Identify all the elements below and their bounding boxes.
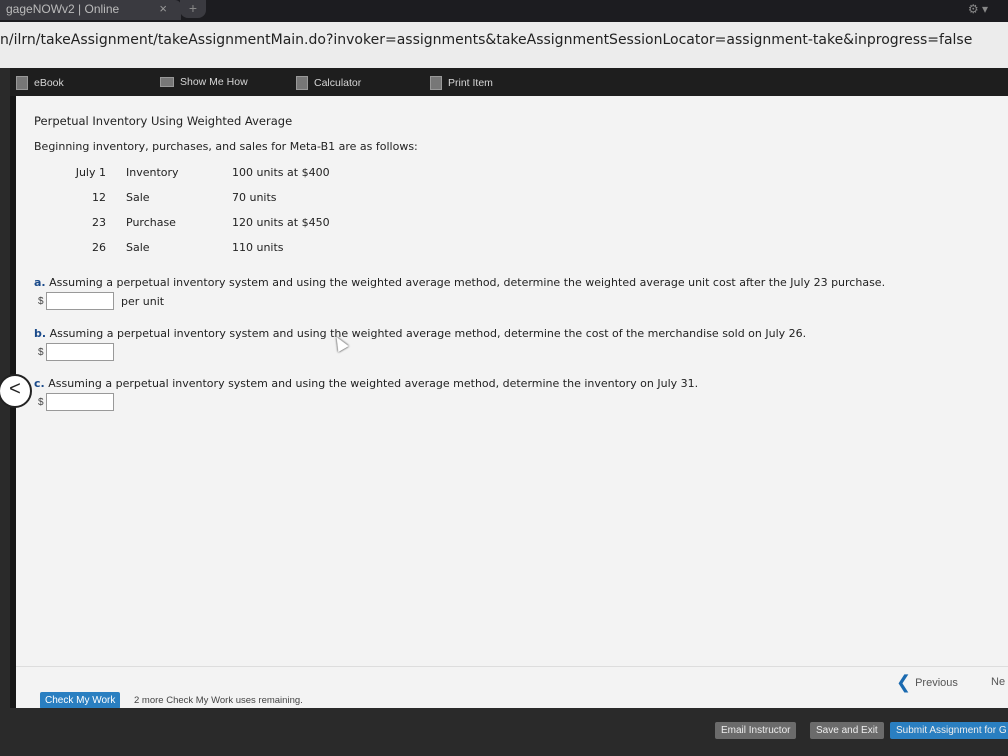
calculator-button[interactable]: Calculator bbox=[296, 76, 361, 90]
question-b: b. Assuming a perpetual inventory system… bbox=[34, 327, 806, 340]
action-bar: Email Instructor Save and Exit Submit As… bbox=[10, 708, 1008, 756]
question-text: Assuming a perpetual inventory system an… bbox=[49, 276, 886, 289]
answer-c-input[interactable] bbox=[46, 393, 114, 411]
answer-b-input[interactable] bbox=[46, 343, 114, 361]
answer-a-input[interactable] bbox=[46, 292, 114, 310]
previous-label: Previous bbox=[915, 676, 958, 689]
question-text: Assuming a perpetual inventory system an… bbox=[49, 327, 807, 340]
tab-close-icon[interactable]: × bbox=[159, 0, 167, 18]
submit-assignment-button[interactable]: Submit Assignment for G bbox=[890, 722, 1008, 739]
question-a: a. Assuming a perpetual inventory system… bbox=[34, 276, 885, 289]
problem-intro: Beginning inventory, purchases, and sale… bbox=[34, 140, 418, 153]
question-c: c. Assuming a perpetual inventory system… bbox=[34, 377, 698, 390]
tab-title: gageNOWv2 | Online bbox=[6, 2, 120, 16]
print-item-label: Print Item bbox=[448, 77, 493, 89]
print-icon bbox=[430, 76, 442, 90]
next-button[interactable]: Ne bbox=[991, 676, 1005, 688]
ebook-label: eBook bbox=[34, 77, 64, 89]
address-bar[interactable]: n/ilrn/takeAssignment/takeAssignmentMain… bbox=[0, 22, 1008, 68]
check-uses-remaining: 2 more Check My Work uses remaining. bbox=[134, 695, 303, 706]
problem-title: Perpetual Inventory Using Weighted Avera… bbox=[34, 114, 293, 128]
new-tab-button[interactable]: + bbox=[180, 0, 206, 18]
video-icon bbox=[160, 77, 174, 87]
row-detail: 110 units bbox=[232, 241, 284, 254]
show-me-how-label: Show Me How bbox=[180, 76, 248, 88]
currency-symbol: $ bbox=[38, 347, 44, 358]
row-date: 23 bbox=[92, 216, 106, 229]
row-description: Sale bbox=[126, 241, 150, 254]
row-description: Inventory bbox=[126, 166, 179, 179]
row-date: July 1 bbox=[75, 166, 106, 179]
ebook-button[interactable]: eBook bbox=[16, 76, 64, 90]
question-letter: b. bbox=[34, 327, 47, 340]
currency-symbol: $ bbox=[38, 397, 44, 408]
row-description: Sale bbox=[126, 191, 150, 204]
row-detail: 70 units bbox=[232, 191, 277, 204]
row-detail: 100 units at $400 bbox=[232, 166, 330, 179]
question-letter: c. bbox=[34, 377, 45, 390]
check-my-work-button[interactable]: Check My Work bbox=[40, 692, 121, 709]
problem-panel: Perpetual Inventory Using Weighted Avera… bbox=[16, 96, 1008, 736]
print-item-button[interactable]: Print Item bbox=[430, 76, 493, 90]
previous-button[interactable]: ❮ Previous bbox=[896, 672, 958, 693]
row-date: 12 bbox=[92, 191, 106, 204]
chevron-left-icon: ❮ bbox=[896, 672, 912, 692]
calculator-label: Calculator bbox=[314, 77, 362, 89]
assignment-page: eBook Show Me How Calculator Print Item … bbox=[0, 68, 1008, 756]
row-description: Purchase bbox=[126, 216, 176, 229]
question-text: Assuming a perpetual inventory system an… bbox=[48, 377, 699, 390]
browser-tab-bar: gageNOWv2 | Online × + ⚙ ▾ bbox=[0, 0, 1008, 22]
url-text[interactable]: n/ilrn/takeAssignment/takeAssignmentMain… bbox=[0, 32, 972, 48]
divider bbox=[16, 666, 1008, 667]
book-icon bbox=[16, 76, 28, 90]
browser-menu-icon[interactable]: ⚙ ▾ bbox=[968, 2, 988, 16]
show-me-how-button[interactable]: Show Me How bbox=[160, 76, 248, 88]
assignment-toolbar: eBook Show Me How Calculator Print Item bbox=[10, 68, 1008, 96]
save-and-exit-button[interactable]: Save and Exit bbox=[810, 722, 884, 739]
currency-symbol: $ bbox=[38, 296, 44, 307]
question-letter: a. bbox=[34, 276, 46, 289]
browser-tab[interactable]: gageNOWv2 | Online × bbox=[0, 0, 181, 20]
unit-label: per unit bbox=[121, 295, 165, 308]
row-date: 26 bbox=[92, 241, 106, 254]
calculator-icon bbox=[296, 76, 308, 90]
email-instructor-button[interactable]: Email Instructor bbox=[715, 722, 797, 739]
row-detail: 120 units at $450 bbox=[232, 216, 330, 229]
